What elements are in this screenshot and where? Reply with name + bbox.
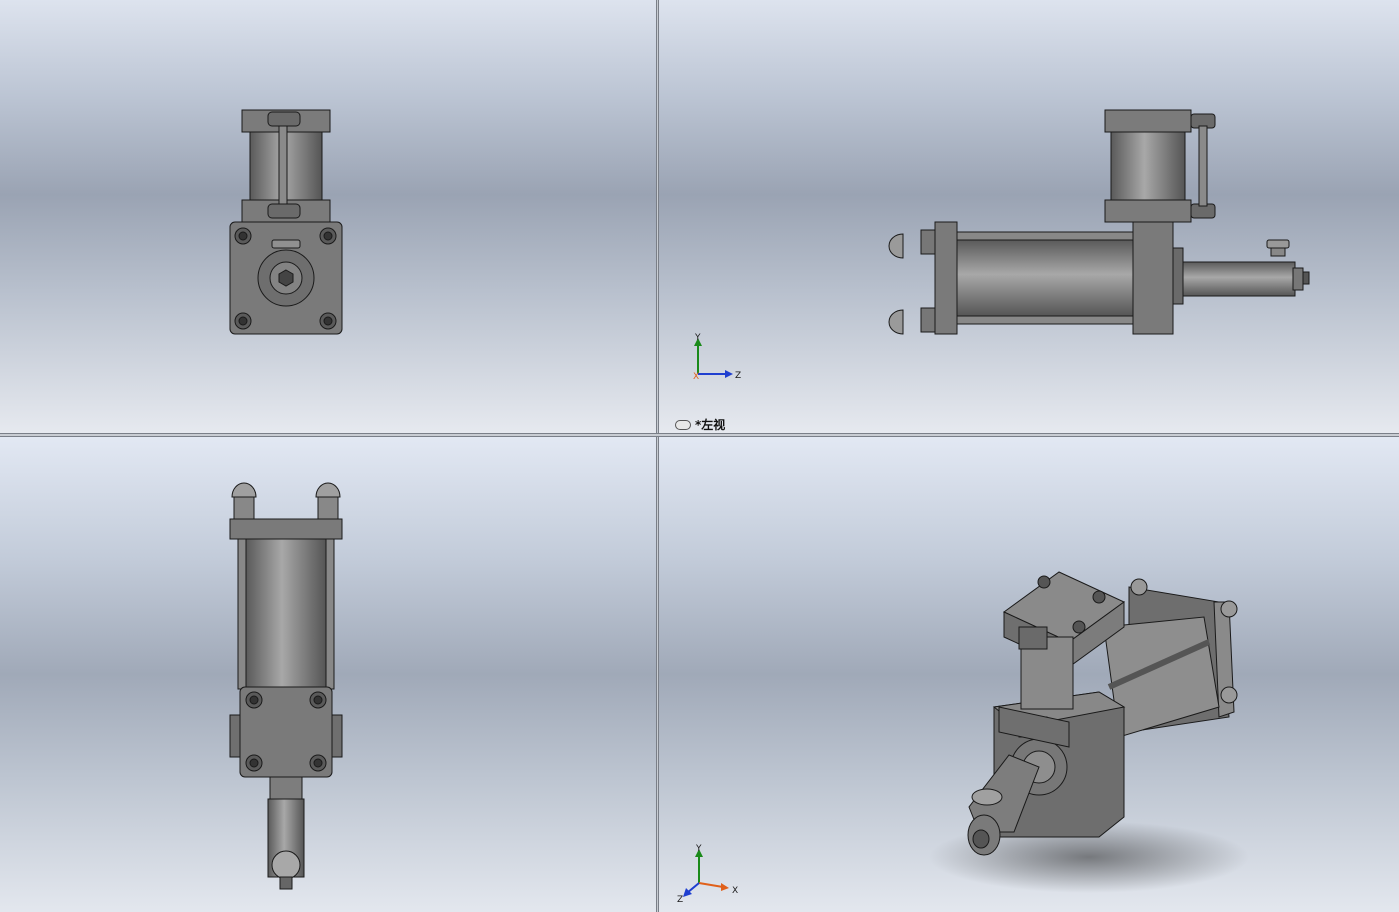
view-link-icon (675, 419, 691, 430)
viewport-front[interactable] (0, 0, 656, 433)
model-isometric-view (929, 571, 1249, 893)
axis-z-label: Z (735, 371, 741, 381)
viewport-grid: Y Z X *左视 Y X Z (0, 0, 1399, 912)
iso-axis-x-arrow (721, 883, 729, 891)
coordinate-triad: Y Z X (693, 333, 741, 382)
axis-y-label: Y (694, 333, 701, 343)
axis-z-arrow (725, 370, 733, 378)
model-top-view (229, 482, 343, 890)
iso-axis-x-line (698, 882, 724, 888)
view-name-label[interactable]: *左视 (675, 416, 725, 433)
viewport-top[interactable] (0, 437, 656, 912)
vertical-splitter[interactable] (656, 0, 659, 912)
view-name-text: *左视 (695, 418, 726, 432)
viewport-left[interactable]: Y Z X *左视 (659, 0, 1399, 433)
viewport-isometric[interactable]: Y X Z (659, 437, 1399, 912)
coordinate-triad-iso: Y X Z (677, 844, 738, 903)
iso-axis-x-label: X (732, 886, 738, 896)
iso-axis-y-label: Y (695, 844, 702, 854)
model-front-view (229, 109, 343, 335)
model-left-view (888, 109, 1310, 335)
iso-axis-z-label: Z (677, 895, 683, 903)
horizontal-splitter[interactable] (0, 433, 1399, 437)
axis-x-label: X (693, 372, 699, 382)
